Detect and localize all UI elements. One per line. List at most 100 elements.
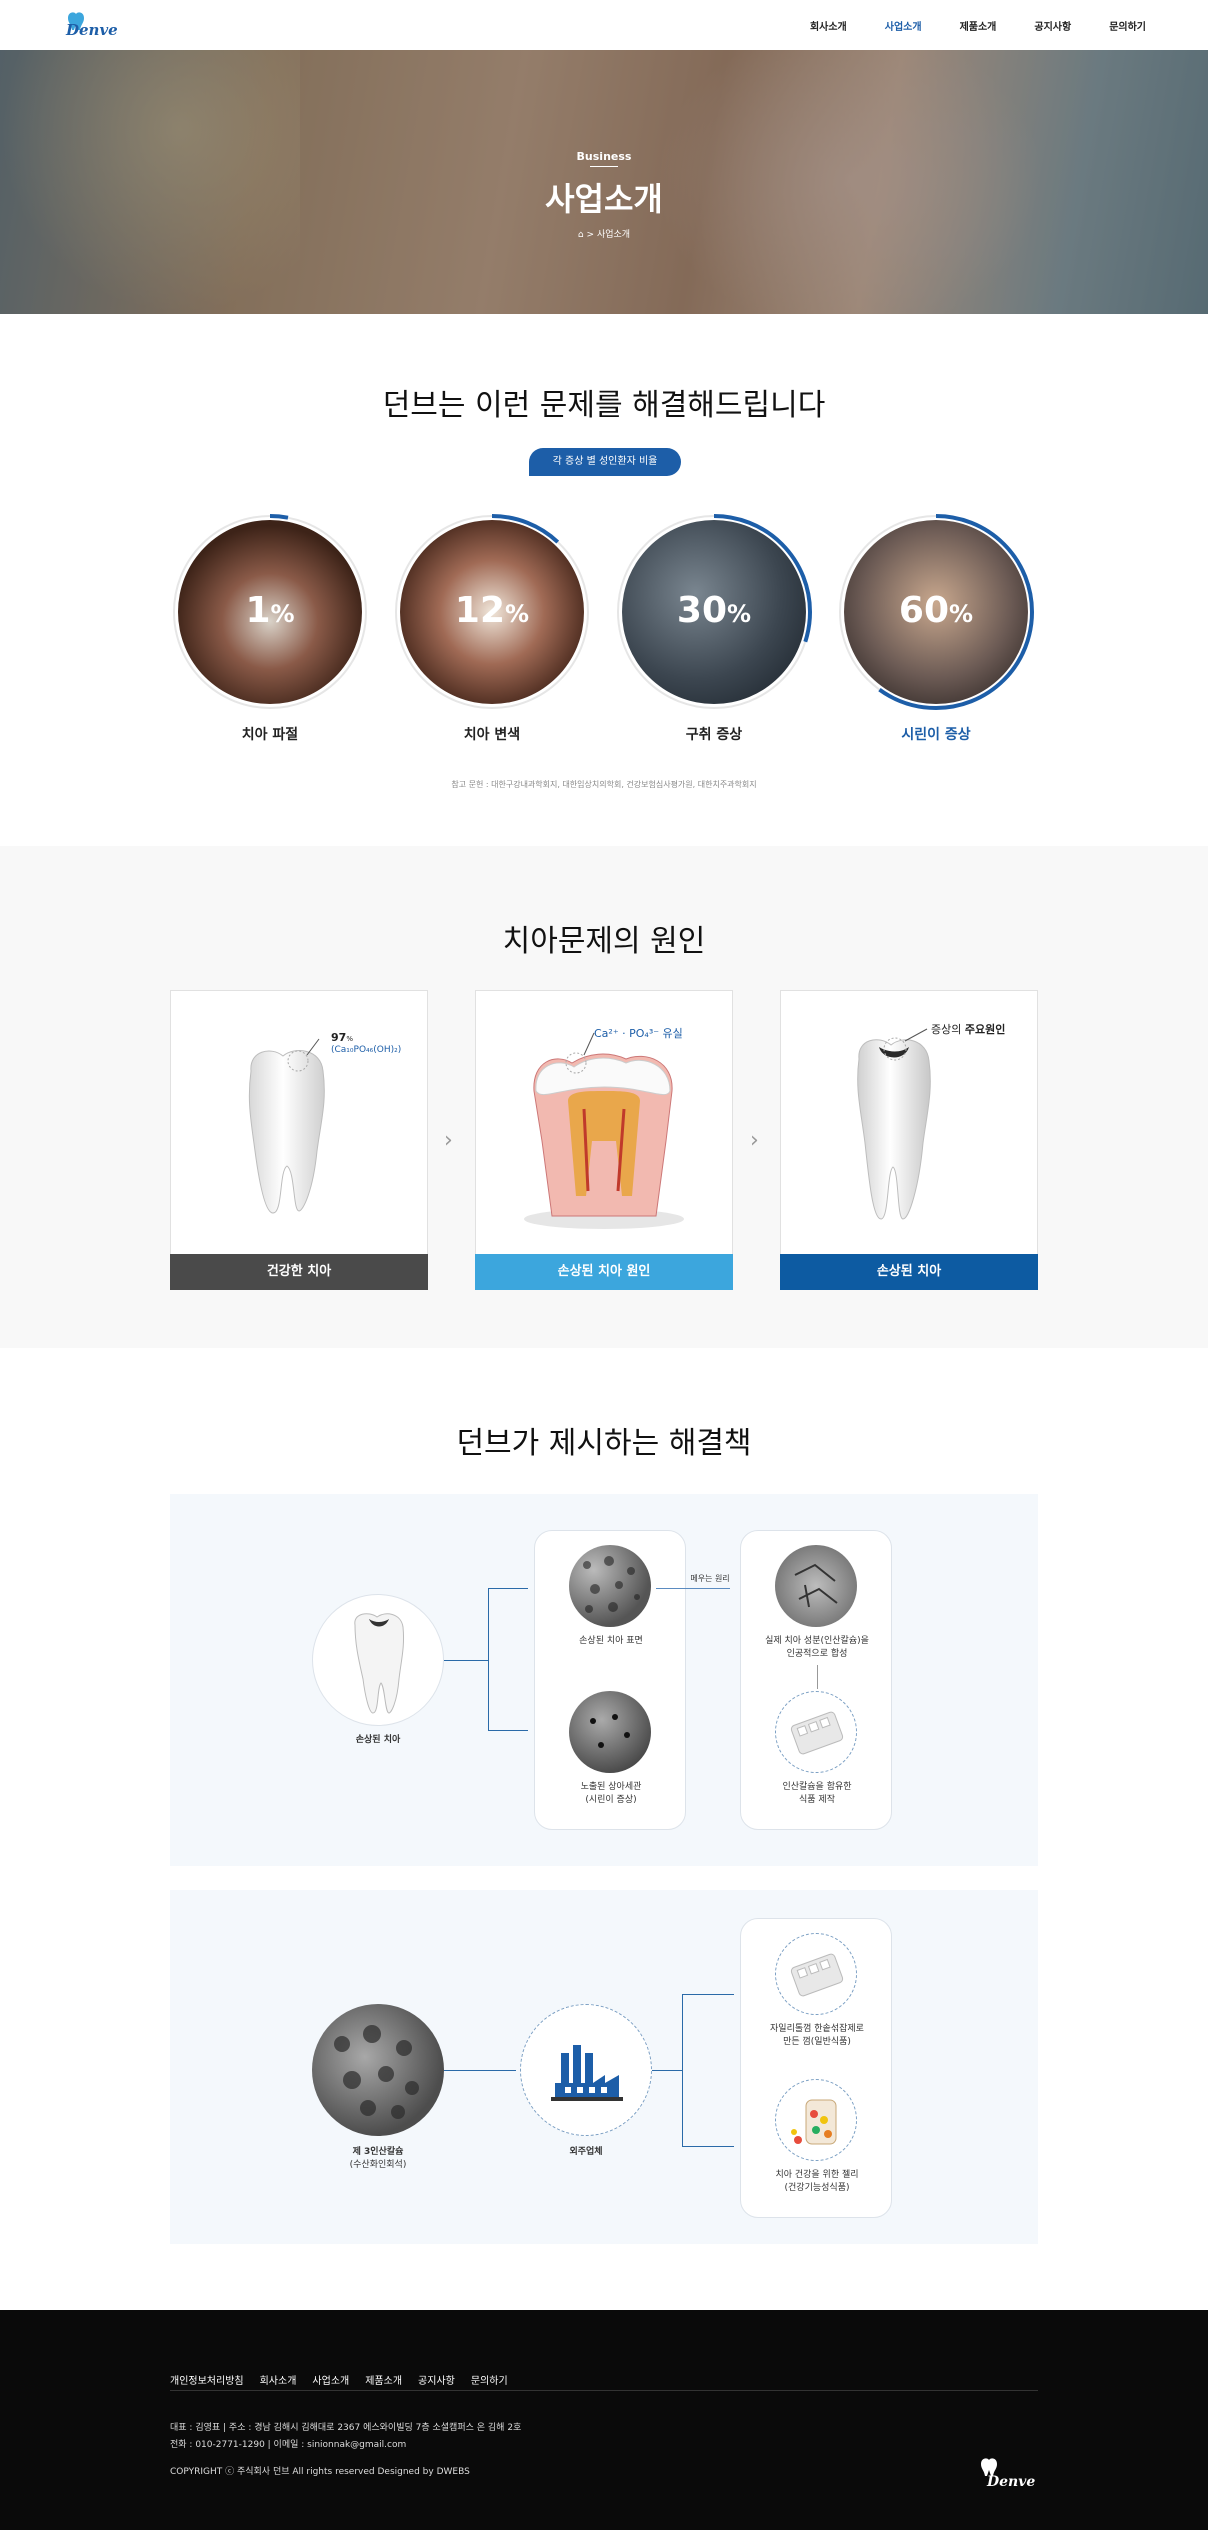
- connector-line: [488, 1588, 489, 1730]
- footer-link-business[interactable]: 사업소개: [312, 2372, 349, 2387]
- site-footer: 개인정보처리방침 회사소개 사업소개 제품소개 공지사항 문의하기 대표 : 김…: [0, 2310, 1208, 2530]
- connector-line: [488, 1588, 528, 1589]
- site-header: Denve 회사소개 사업소개 제품소개 공지사항 문의하기: [0, 0, 1208, 50]
- solution-title: 던브가 제시하는 해결책: [456, 1426, 752, 1461]
- stat-number: 30: [676, 590, 728, 631]
- footer-divider: [170, 2390, 1038, 2391]
- calcium-phosphate-micrograph: [312, 2004, 444, 2136]
- causes-title: 치아문제의 원인: [502, 924, 706, 959]
- nav-notice[interactable]: 공지사항: [1034, 18, 1071, 33]
- jelly-jar-icon: [791, 2099, 837, 2145]
- connector-line: [682, 1994, 683, 2146]
- stat-label: 시린이 증상: [901, 727, 971, 743]
- damaged-tooth-icon: [354, 1613, 404, 1714]
- products-box: 자일리톨껌 한솥섞잡제로 만든 껌(일반식품) 치아 건강을 위한 젤리 (건강…: [740, 1918, 892, 2218]
- problems-title: 던브는 이런 문제를 해결해드립니다: [382, 388, 826, 423]
- factory-caption: 외주업체: [569, 2147, 603, 2157]
- main-cause-callout: 증상의 주요원인: [931, 1021, 1005, 1037]
- breadcrumb-separator: >: [586, 230, 595, 240]
- jelly-circle: [775, 2079, 857, 2161]
- hydroxyapatite-percent: 97: [331, 1031, 347, 1044]
- breadcrumb: ⌂ > 사업소개: [0, 227, 1208, 240]
- damage-cause-label: 손상된 치아 원인: [475, 1254, 733, 1290]
- stat-value: 60%: [836, 590, 1036, 631]
- gum-caption: 자일리톨껌 한솥섞잡제로 만든 껌(일반식품): [741, 2023, 893, 2049]
- jelly-caption-line2: (건강기능성식품): [784, 2183, 850, 2193]
- nav-company[interactable]: 회사소개: [810, 18, 847, 33]
- breadcrumb-current[interactable]: 사업소개: [597, 230, 630, 240]
- gum-caption-line1: 자일리톨껌 한솥섞잡제로: [770, 2024, 864, 2034]
- calcium-caption-line2: (수산화인회석): [349, 2160, 407, 2170]
- hydroxyapatite-formula: (Ca₁₀PO₄₆(OH)₂): [331, 1045, 402, 1055]
- connector-line: [682, 1994, 734, 1995]
- footer-logo-text: Denve: [986, 2474, 1035, 2490]
- tooth-logo-icon: Denve: [981, 2458, 1035, 2490]
- references-note: 참고 문헌 : 대한구강내과학회지, 대한임상치의학회, 건강보험심사평가원, …: [451, 780, 757, 789]
- home-icon[interactable]: ⌂: [578, 230, 584, 240]
- footer-link-company[interactable]: 회사소개: [260, 2372, 297, 2387]
- healthy-tooth-card: 97% (Ca₁₀PO₄₆(OH)₂) 건강한 치아: [170, 990, 428, 1290]
- problems-pill: 각 증상 별 성인환자 비율: [529, 448, 681, 476]
- micrograph-texture: [794, 1563, 838, 1608]
- stat-label: 구취 증상: [685, 727, 743, 743]
- principle-arrow: [656, 1588, 730, 1589]
- nav-products[interactable]: 제품소개: [960, 18, 997, 33]
- footer-logo[interactable]: Denve: [977, 2456, 1041, 2490]
- gum-circle: [775, 1933, 857, 2015]
- main-cause-text: 증상의: [931, 1023, 965, 1036]
- nav-business[interactable]: 사업소개: [885, 18, 922, 33]
- stat-value: 1%: [170, 590, 370, 631]
- nav-contact[interactable]: 문의하기: [1109, 18, 1146, 33]
- damaged-tooth-circle: [312, 1594, 444, 1726]
- stat-item: 30% 구취 증상: [614, 512, 814, 743]
- chevron-right-icon: ›: [750, 1128, 759, 1153]
- fill-principle-label: 메우는 원리: [690, 1574, 730, 1583]
- connector-line: [682, 2146, 734, 2147]
- damaged-tooth-caption: 손상된 치아: [355, 1735, 401, 1745]
- footer-link-notice[interactable]: 공지사항: [418, 2372, 455, 2387]
- calcium-caption: 제 3인산칼슘 (수산화인회석): [290, 2146, 466, 2172]
- gum-blister-icon: [790, 1953, 844, 1997]
- hero-subtitle: Business: [576, 150, 632, 163]
- solution-panel-problem: 손상된 치아 손상된 치아 표면 노출된 상아세관 (시린이 증상) 메우는 원…: [170, 1494, 1038, 1866]
- dentin-caption-line1: 노출된 상아세관: [580, 1782, 642, 1792]
- healthy-callout: 97%: [331, 1031, 353, 1044]
- hydroxyapatite-micrograph: [775, 1545, 857, 1627]
- connector-line: [444, 2070, 516, 2071]
- connector-line: [652, 2070, 682, 2071]
- footer-company-info: 대표 : 김영표 | 주소 : 경남 김해시 김해대로 2367 에스와이빌딩 …: [170, 2423, 522, 2433]
- dotted-connector: [817, 1665, 818, 1689]
- damage-cause-card: Ca²⁺ · PO₄³⁻ 유실 손상된 치아 원인: [475, 990, 733, 1290]
- healthy-tooth-label: 건강한 치아: [170, 1254, 428, 1290]
- hydroxyapatite-unit: %: [346, 1035, 353, 1043]
- stat-unit: %: [949, 600, 974, 628]
- gum-product-circle: [775, 1691, 857, 1773]
- stat-item: 12% 치아 변색: [392, 512, 592, 743]
- dentin-micrograph: [569, 1691, 651, 1773]
- footer-link-privacy[interactable]: 개인정보처리방침: [170, 2372, 244, 2387]
- footer-link-products[interactable]: 제품소개: [365, 2372, 402, 2387]
- synthesis-caption: 실제 치아 성분(인산칼슘)을 인공적으로 합성: [741, 1635, 893, 1661]
- calcium-caption-line1: 제 3인산칼슘: [352, 2147, 404, 2157]
- material-caption-line2: 식품 제작: [799, 1795, 835, 1805]
- stat-item: 1% 치아 파절: [170, 512, 370, 743]
- micrograph-texture: [590, 1714, 630, 1748]
- site-logo[interactable]: Denve: [62, 8, 132, 42]
- causes-section: 치아문제의 원인 97% (Ca₁₀PO₄₆(OH)₂) 건강한 치아 › Ca: [0, 846, 1208, 1348]
- gum-blister-icon: [790, 1711, 844, 1755]
- connector-line: [488, 1730, 528, 1731]
- chevron-right-icon: ›: [444, 1128, 453, 1153]
- solution-panel-product: 제 3인산칼슘 (수산화인회석) 외주업체 자일리톨껌 한솥섞잡제로 만든 껌(…: [170, 1890, 1038, 2244]
- material-caption-line1: 인산칼슘을 함유한: [782, 1782, 852, 1792]
- damaged-tooth-label: 손상된 치아: [780, 1254, 1038, 1290]
- healthy-tooth-image: [248, 1038, 325, 1214]
- footer-nav: 개인정보처리방침 회사소개 사업소개 제품소개 공지사항 문의하기: [170, 2372, 508, 2387]
- symptoms-box: 손상된 치아 표면 노출된 상아세관 (시린이 증상): [534, 1530, 686, 1830]
- hero-title: 사업소개: [545, 180, 663, 218]
- stat-label: 치아 파절: [241, 727, 299, 743]
- damaged-tooth-card: 증상의 주요원인 손상된 치아: [780, 990, 1038, 1290]
- stat-label: 치아 변색: [463, 727, 521, 743]
- stat-number: 60: [898, 590, 950, 631]
- footer-link-contact[interactable]: 문의하기: [471, 2372, 508, 2387]
- connector-line: [444, 1660, 488, 1661]
